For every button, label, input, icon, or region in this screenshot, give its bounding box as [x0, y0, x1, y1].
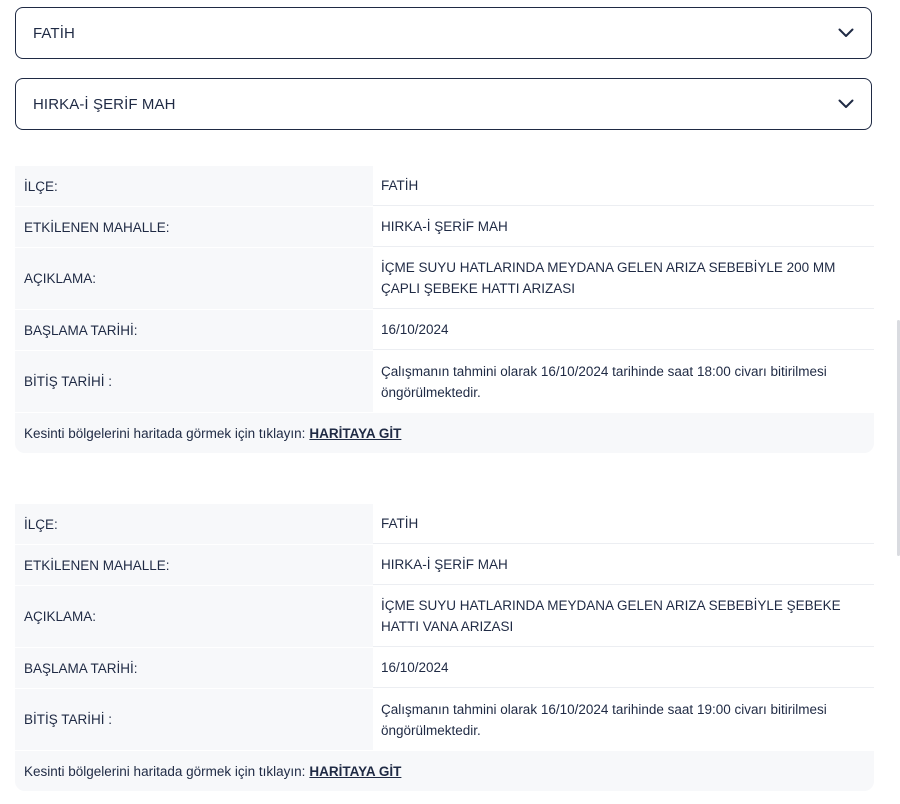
start-date-row: BAŞLAMA TARİHİ: 16/10/2024: [15, 648, 874, 689]
outage-card: İLÇE: FATİH ETKİLENEN MAHALLE: HIRKA-İ Ş…: [15, 166, 874, 453]
map-footer: Kesinti bölgelerini haritada görmek için…: [15, 413, 874, 453]
chevron-down-icon: [837, 95, 855, 113]
start-date-value: 16/10/2024: [373, 648, 874, 688]
district-value: FATİH: [373, 166, 874, 206]
neighborhood-select-value: HIRKA-İ ŞERİF MAH: [33, 95, 176, 113]
end-date-row: BİTİŞ TARİHİ : Çalışmanın tahmini olarak…: [15, 689, 874, 751]
neighborhood-row: ETKİLENEN MAHALLE: HIRKA-İ ŞERİF MAH: [15, 545, 874, 586]
description-label: AÇIKLAMA:: [24, 271, 97, 286]
district-select[interactable]: FATİH: [15, 7, 872, 59]
map-footer-text: Kesinti bölgelerini haritada görmek için…: [24, 763, 306, 779]
district-label: İLÇE:: [24, 516, 58, 532]
district-row: İLÇE: FATİH: [15, 504, 874, 545]
district-row: İLÇE: FATİH: [15, 166, 874, 207]
start-date-value: 16/10/2024: [373, 310, 874, 350]
go-to-map-link[interactable]: HARİTAYA GİT: [309, 426, 401, 441]
end-date-value: Çalışmanın tahmini olarak 16/10/2024 tar…: [373, 351, 874, 412]
start-date-row: BAŞLAMA TARİHİ: 16/10/2024: [15, 310, 874, 351]
neighborhood-label: ETKİLENEN MAHALLE:: [24, 219, 170, 235]
description-row: AÇIKLAMA: İÇME SUYU HATLARINDA MEYDANA G…: [15, 248, 874, 310]
district-select-value: FATİH: [33, 24, 75, 42]
description-value: İÇME SUYU HATLARINDA MEYDANA GELEN ARIZA…: [373, 248, 874, 309]
neighborhood-value: HIRKA-İ ŞERİF MAH: [373, 207, 874, 247]
end-date-label: BİTİŞ TARİHİ :: [24, 712, 113, 727]
district-value: FATİH: [373, 504, 874, 544]
map-footer-text: Kesinti bölgelerini haritada görmek için…: [24, 425, 306, 441]
description-label: AÇIKLAMA:: [24, 609, 97, 624]
description-row: AÇIKLAMA: İÇME SUYU HATLARINDA MEYDANA G…: [15, 586, 874, 648]
end-date-value: Çalışmanın tahmini olarak 16/10/2024 tar…: [373, 689, 874, 750]
neighborhood-label: ETKİLENEN MAHALLE:: [24, 557, 170, 573]
description-value: İÇME SUYU HATLARINDA MEYDANA GELEN ARIZA…: [373, 586, 874, 647]
neighborhood-row: ETKİLENEN MAHALLE: HIRKA-İ ŞERİF MAH: [15, 207, 874, 248]
chevron-down-icon: [837, 24, 855, 42]
start-date-label: BAŞLAMA TARİHİ:: [24, 322, 138, 338]
neighborhood-value: HIRKA-İ ŞERİF MAH: [373, 545, 874, 585]
go-to-map-link[interactable]: HARİTAYA GİT: [309, 764, 401, 779]
start-date-label: BAŞLAMA TARİHİ:: [24, 660, 138, 676]
end-date-label: BİTİŞ TARİHİ :: [24, 374, 113, 389]
end-date-row: BİTİŞ TARİHİ : Çalışmanın tahmini olarak…: [15, 351, 874, 413]
map-footer: Kesinti bölgelerini haritada görmek için…: [15, 751, 874, 791]
neighborhood-select[interactable]: HIRKA-İ ŞERİF MAH: [15, 78, 872, 130]
district-label: İLÇE:: [24, 178, 58, 194]
outage-card: İLÇE: FATİH ETKİLENEN MAHALLE: HIRKA-İ Ş…: [15, 504, 874, 791]
